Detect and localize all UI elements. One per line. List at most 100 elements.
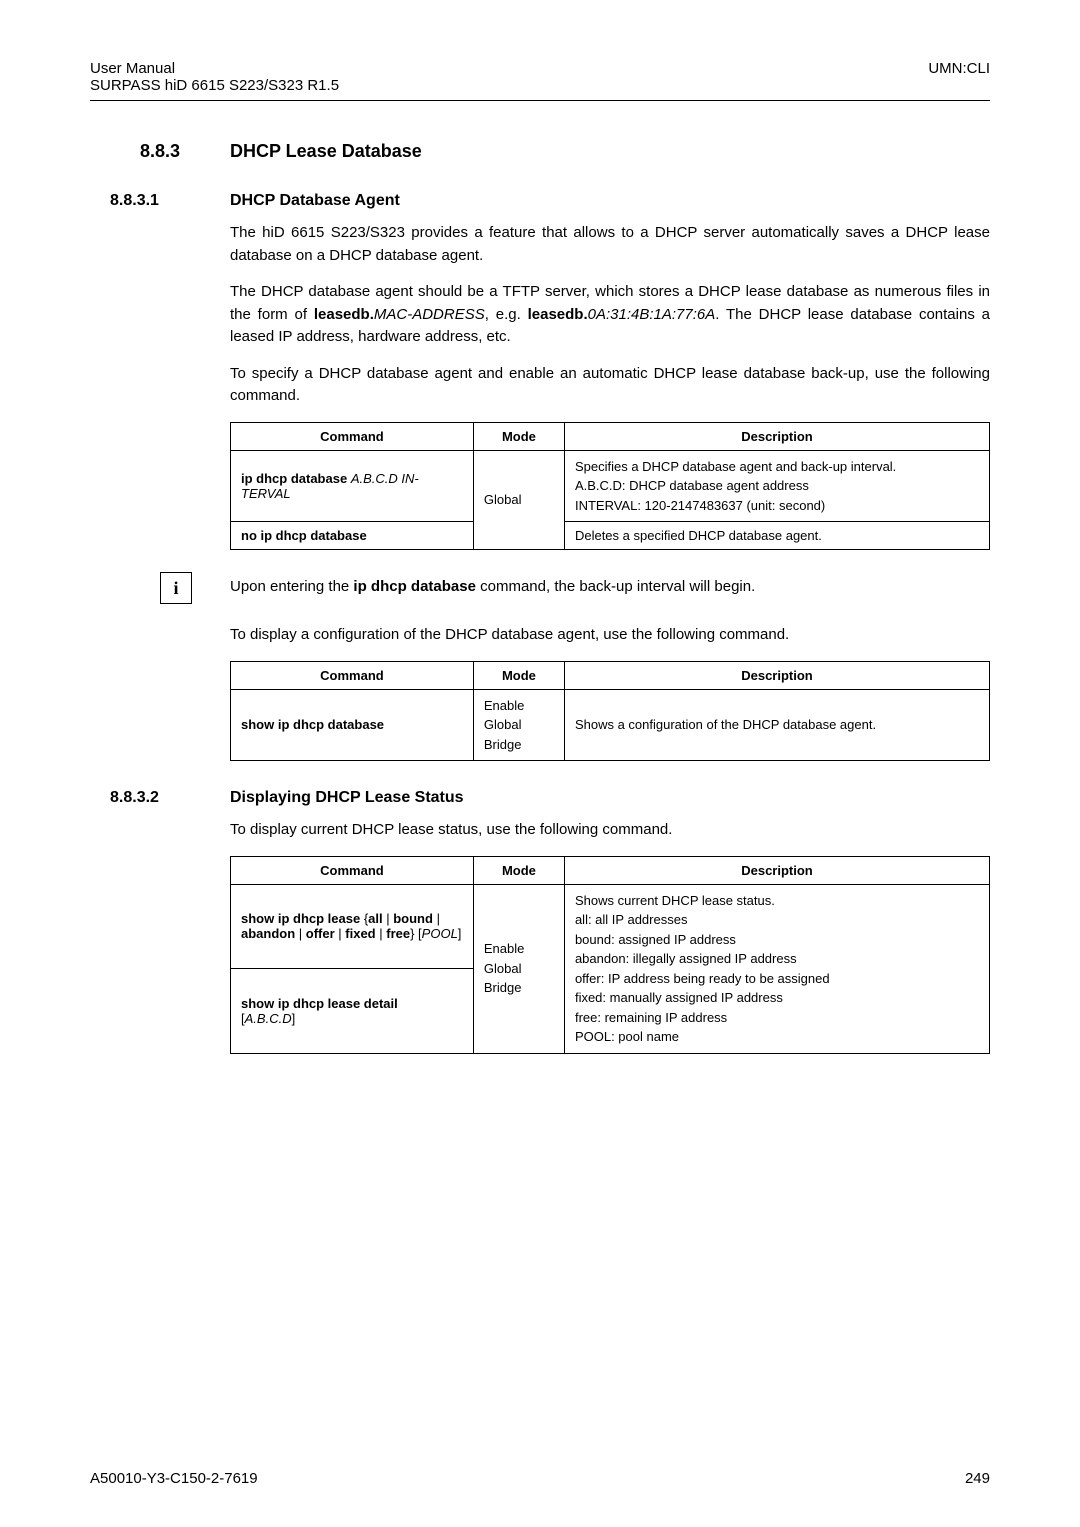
desc-line: INTERVAL: 120-2147483637 (unit: second) bbox=[575, 496, 979, 516]
paragraph: To display current DHCP lease status, us… bbox=[230, 819, 990, 842]
header-right: UMN:CLI bbox=[928, 60, 990, 94]
table-row: show ip dhcp lease {all | bound | abando… bbox=[231, 884, 990, 969]
desc-line: offer: IP address being ready to be assi… bbox=[575, 969, 979, 989]
col-description: Description bbox=[564, 661, 989, 689]
page-footer: A50010-Y3-C150-2-7619 249 bbox=[90, 1470, 990, 1487]
cmd-opt: free bbox=[386, 926, 410, 941]
table-row: ip dhcp database A.B.C.D IN-TERVAL Globa… bbox=[231, 450, 990, 522]
subsection-heading-2: 8.8.3.2 Displaying DHCP Lease Status bbox=[90, 789, 990, 807]
info-text: Upon entering the ip dhcp database comma… bbox=[230, 572, 755, 599]
text-bold: leasedb. bbox=[314, 306, 374, 323]
cmd-text: show ip dhcp lease bbox=[241, 911, 364, 926]
cmd-brace: } [ bbox=[410, 926, 422, 941]
cell-command: no ip dhcp database bbox=[231, 522, 474, 550]
cmd-opt: fixed bbox=[345, 926, 375, 941]
table-row: show ip dhcp database Enable Global Brid… bbox=[231, 689, 990, 761]
subsection-title-1: DHCP Database Agent bbox=[230, 192, 400, 210]
cmd-opt: offer bbox=[306, 926, 335, 941]
info-icon: i bbox=[160, 572, 192, 604]
text-bold: leasedb. bbox=[528, 306, 588, 323]
header-left: User Manual SURPASS hiD 6615 S223/S323 R… bbox=[90, 60, 339, 94]
cmd-opt: all bbox=[368, 911, 382, 926]
cell-mode: Enable Global Bridge bbox=[473, 689, 564, 761]
table-row: no ip dhcp database Deletes a specified … bbox=[231, 522, 990, 550]
mode-line: Enable bbox=[484, 939, 554, 959]
cmd-sep: | bbox=[335, 926, 346, 941]
mode-line: Enable bbox=[484, 696, 554, 716]
subsection-title-2: Displaying DHCP Lease Status bbox=[230, 789, 464, 807]
cmd-text: ip dhcp database bbox=[241, 471, 351, 486]
desc-line: bound: assigned IP address bbox=[575, 930, 979, 950]
cmd-sep: | bbox=[295, 926, 306, 941]
cell-mode: Enable Global Bridge bbox=[473, 884, 564, 1053]
cell-description: Shows a configuration of the DHCP databa… bbox=[564, 689, 989, 761]
table-header-row: Command Mode Description bbox=[231, 856, 990, 884]
cmd-text: show ip dhcp lease detail bbox=[241, 996, 398, 1011]
text-italic: 0A:31:4B:1A:77:6A bbox=[588, 306, 716, 323]
footer-doc-id: A50010-Y3-C150-2-7619 bbox=[90, 1470, 258, 1487]
cell-description: Specifies a DHCP database agent and back… bbox=[564, 450, 989, 522]
cmd-bracket: ] bbox=[292, 1011, 296, 1026]
cell-description: Shows current DHCP lease status. all: al… bbox=[564, 884, 989, 1053]
paragraph: The DHCP database agent should be a TFTP… bbox=[230, 281, 990, 349]
section-heading: 8.8.3 DHCP Lease Database bbox=[90, 141, 990, 162]
paragraph: To display a configuration of the DHCP d… bbox=[230, 624, 990, 647]
col-mode: Mode bbox=[473, 422, 564, 450]
cmd-param: A.B.C.D bbox=[245, 1011, 292, 1026]
header-divider bbox=[90, 100, 990, 101]
page-header: User Manual SURPASS hiD 6615 S223/S323 R… bbox=[90, 60, 990, 94]
cmd-opt: bound bbox=[393, 911, 433, 926]
text-run: command, the back-up interval will begin… bbox=[476, 578, 755, 595]
cell-command: show ip dhcp lease {all | bound | abando… bbox=[231, 884, 474, 969]
section-number: 8.8.3 bbox=[90, 141, 230, 162]
cell-command: show ip dhcp lease detail [A.B.C.D] bbox=[231, 969, 474, 1054]
paragraph: To specify a DHCP database agent and ena… bbox=[230, 363, 990, 408]
col-description: Description bbox=[564, 422, 989, 450]
mode-line: Bridge bbox=[484, 735, 554, 755]
col-mode: Mode bbox=[473, 661, 564, 689]
text-bold: ip dhcp database bbox=[353, 578, 476, 595]
mode-line: Global bbox=[484, 715, 554, 735]
col-command: Command bbox=[231, 856, 474, 884]
cell-command: ip dhcp database A.B.C.D IN-TERVAL bbox=[231, 450, 474, 522]
desc-line: Specifies a DHCP database agent and back… bbox=[575, 457, 979, 477]
cell-mode: Global bbox=[473, 450, 564, 550]
col-command: Command bbox=[231, 422, 474, 450]
cmd-param: POOL bbox=[422, 926, 458, 941]
cmd-sep: | bbox=[376, 926, 387, 941]
table-header-row: Command Mode Description bbox=[231, 422, 990, 450]
table-header-row: Command Mode Description bbox=[231, 661, 990, 689]
paragraph: The hiD 6615 S223/S323 provides a featur… bbox=[230, 222, 990, 267]
subsection-heading-1: 8.8.3.1 DHCP Database Agent bbox=[90, 192, 990, 210]
desc-line: abandon: illegally assigned IP address bbox=[575, 949, 979, 969]
col-mode: Mode bbox=[473, 856, 564, 884]
subsection-number-1: 8.8.3.1 bbox=[90, 192, 230, 210]
cmd-opt: abandon bbox=[241, 926, 295, 941]
col-command: Command bbox=[231, 661, 474, 689]
text-run: , e.g. bbox=[485, 306, 528, 323]
text-run: Upon entering the bbox=[230, 578, 353, 595]
subsection-number-2: 8.8.3.2 bbox=[90, 789, 230, 807]
col-description: Description bbox=[564, 856, 989, 884]
desc-line: fixed: manually assigned IP address bbox=[575, 988, 979, 1008]
section-title-text: DHCP Lease Database bbox=[230, 141, 422, 162]
desc-line: Shows current DHCP lease status. bbox=[575, 891, 979, 911]
header-product: SURPASS hiD 6615 S223/S323 R1.5 bbox=[90, 77, 339, 94]
command-table-2: Command Mode Description show ip dhcp da… bbox=[230, 661, 990, 762]
info-callout: i Upon entering the ip dhcp database com… bbox=[90, 572, 990, 604]
command-table-3: Command Mode Description show ip dhcp le… bbox=[230, 856, 990, 1054]
header-manual-title: User Manual bbox=[90, 60, 339, 77]
cmd-sep: | bbox=[433, 911, 440, 926]
mode-line: Global bbox=[484, 959, 554, 979]
desc-line: A.B.C.D: DHCP database agent address bbox=[575, 476, 979, 496]
cell-command: show ip dhcp database bbox=[231, 689, 474, 761]
cmd-sep: | bbox=[383, 911, 394, 926]
text-italic: MAC-ADDRESS bbox=[374, 306, 485, 323]
cell-description: Deletes a specified DHCP database agent. bbox=[564, 522, 989, 550]
command-table-1: Command Mode Description ip dhcp databas… bbox=[230, 422, 990, 551]
desc-line: POOL: pool name bbox=[575, 1027, 979, 1047]
mode-line: Bridge bbox=[484, 978, 554, 998]
cmd-brace: ] bbox=[458, 926, 462, 941]
desc-line: free: remaining IP address bbox=[575, 1008, 979, 1028]
footer-page-number: 249 bbox=[965, 1470, 990, 1487]
